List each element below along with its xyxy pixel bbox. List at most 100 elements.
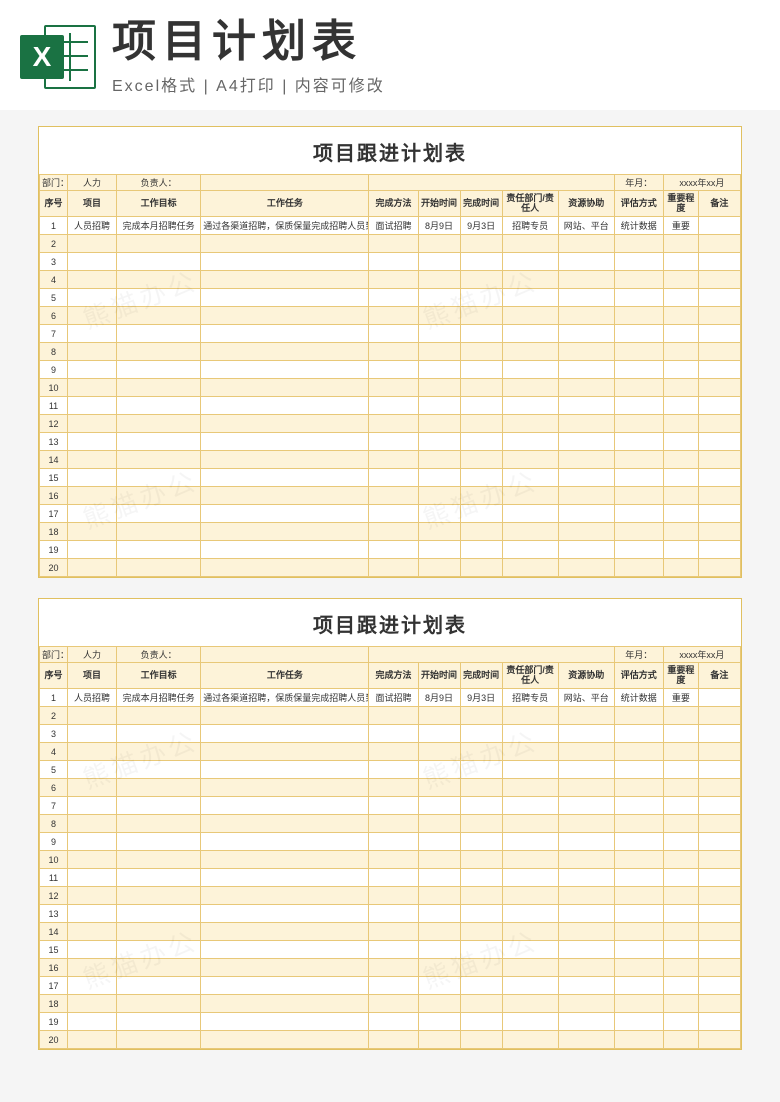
cell (558, 559, 614, 577)
cell: 8 (40, 815, 68, 833)
meta-spacer (369, 647, 614, 663)
cell (663, 905, 698, 923)
cell (698, 523, 740, 541)
cell (68, 887, 117, 905)
column-header: 评估方式 (614, 663, 663, 689)
cell (117, 707, 201, 725)
cell (369, 869, 418, 887)
cell (68, 995, 117, 1013)
cell: 14 (40, 923, 68, 941)
column-header: 完成方法 (369, 663, 418, 689)
cell (614, 797, 663, 815)
cell (369, 505, 418, 523)
cell (369, 379, 418, 397)
cell (68, 253, 117, 271)
cell (460, 833, 502, 851)
cell (698, 433, 740, 451)
table-row: 18 (40, 523, 741, 541)
cell (460, 923, 502, 941)
cell (502, 905, 558, 923)
cell: 通过各渠道招聘，保质保量完成招聘人员到岗。 (201, 689, 369, 707)
cell: 通过各渠道招聘，保质保量完成招聘人员到岗。 (201, 217, 369, 235)
cell (558, 415, 614, 433)
cell: 5 (40, 761, 68, 779)
cell (460, 433, 502, 451)
cell (558, 541, 614, 559)
cell (418, 307, 460, 325)
cell (698, 325, 740, 343)
cell (460, 851, 502, 869)
cell (460, 343, 502, 361)
table-row: 8 (40, 815, 741, 833)
cell (663, 505, 698, 523)
cell (698, 379, 740, 397)
cell (502, 959, 558, 977)
cell: 网站、平台 (558, 689, 614, 707)
cell (117, 761, 201, 779)
cell (614, 361, 663, 379)
cell: 2 (40, 235, 68, 253)
cell (117, 851, 201, 869)
cell (201, 469, 369, 487)
column-header: 责任部门/责任人 (502, 191, 558, 217)
table-row: 11 (40, 397, 741, 415)
table-row: 14 (40, 923, 741, 941)
cell (502, 289, 558, 307)
cell: 9 (40, 833, 68, 851)
cell (502, 541, 558, 559)
cell: 招聘专员 (502, 217, 558, 235)
cell (68, 1013, 117, 1031)
cell: 人员招聘 (68, 689, 117, 707)
cell (558, 779, 614, 797)
table-row: 1人员招聘完成本月招聘任务通过各渠道招聘，保质保量完成招聘人员到岗。面试招聘8月… (40, 689, 741, 707)
cell (614, 343, 663, 361)
cell (418, 541, 460, 559)
cell (369, 235, 418, 253)
cell (68, 725, 117, 743)
cell (68, 977, 117, 995)
table-row: 5 (40, 761, 741, 779)
cell: 1 (40, 217, 68, 235)
cell: 9月3日 (460, 217, 502, 235)
cell (698, 779, 740, 797)
column-header: 完成时间 (460, 663, 502, 689)
cell (418, 779, 460, 797)
cell (418, 235, 460, 253)
cell (369, 271, 418, 289)
cell (460, 469, 502, 487)
cell (558, 487, 614, 505)
cell (460, 325, 502, 343)
cell (369, 959, 418, 977)
cell: 7 (40, 325, 68, 343)
cell (460, 995, 502, 1013)
cell (614, 761, 663, 779)
cell (663, 869, 698, 887)
meta-ym-value: xxxx年xx月 (663, 175, 740, 191)
cell (418, 833, 460, 851)
cell (369, 743, 418, 761)
cell (460, 271, 502, 289)
cell (418, 869, 460, 887)
cell (418, 995, 460, 1013)
cell: 统计数据 (614, 217, 663, 235)
cell (117, 505, 201, 523)
excel-file-icon: X (20, 19, 96, 95)
cell: 重要 (663, 689, 698, 707)
cell (117, 959, 201, 977)
cell (502, 253, 558, 271)
cell (369, 941, 418, 959)
cell (201, 995, 369, 1013)
cell (614, 307, 663, 325)
meta-ym-label: 年月： (614, 647, 663, 663)
column-header: 评估方式 (614, 191, 663, 217)
cell (663, 779, 698, 797)
cell (460, 977, 502, 995)
cell (460, 307, 502, 325)
cell (614, 923, 663, 941)
cell (117, 433, 201, 451)
cell (614, 289, 663, 307)
table-row: 3 (40, 253, 741, 271)
cell (418, 469, 460, 487)
cell (614, 559, 663, 577)
table-row: 20 (40, 559, 741, 577)
